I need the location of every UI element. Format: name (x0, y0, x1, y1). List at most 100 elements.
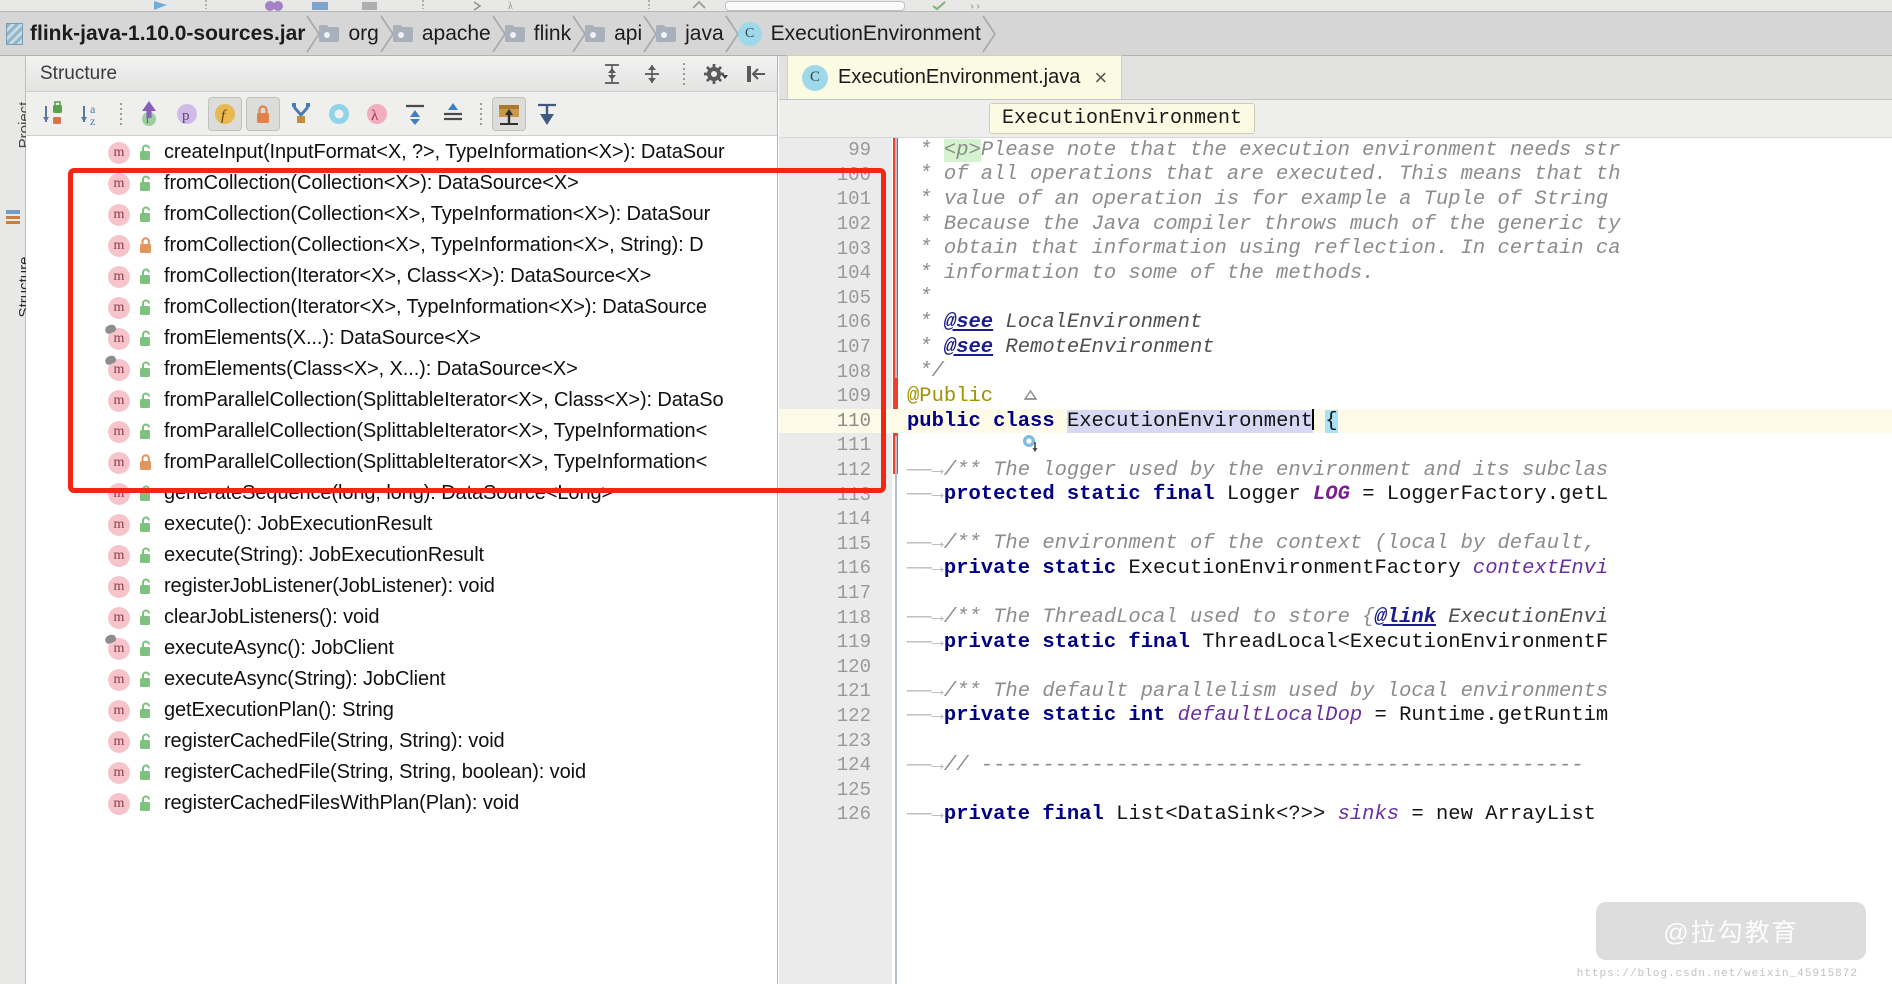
field-name: defaultLocalDop (1177, 704, 1363, 728)
line-content: ——→/** The ThreadLocal used to store {@l… (907, 606, 1608, 629)
tree-item-fromCollection-2[interactable]: m fromCollection(Collection<X>, TypeInfo… (26, 199, 778, 230)
structure-tree[interactable]: m createInput(InputFormat<X, ?>, TypeInf… (26, 137, 778, 984)
expand-all-icon[interactable] (597, 59, 627, 89)
tree-item-label: fromParallelCollection(SplittableIterato… (164, 420, 708, 442)
tree-item-clearJobListeners[interactable]: m clearJobListeners(): void (26, 602, 778, 633)
editor-context-chip[interactable]: ExecutionEnvironment (989, 103, 1256, 134)
sort-alphabetically-icon[interactable]: a z (76, 97, 110, 131)
tree-item-fromParallelCollection-3[interactable]: m fromParallelCollection(SplittableItera… (26, 447, 778, 478)
code-line-113: 113 ——→protected static final Logger LOG… (779, 482, 1892, 507)
tree-item-label: fromCollection(Collection<X>, TypeInform… (164, 203, 711, 225)
method-icon: m (108, 730, 130, 753)
editor-tab-ExecutionEnvironment[interactable]: C ExecutionEnvironment.java × (787, 55, 1123, 99)
tree-item-createInput[interactable]: m createInput(InputFormat<X, ?>, TypeInf… (26, 137, 778, 168)
breadcrumb-item-flink[interactable]: flink (501, 12, 587, 56)
tree-item-fromCollection-5[interactable]: m fromCollection(Iterator<X>, TypeInform… (26, 292, 778, 323)
tree-item-label: fromCollection(Iterator<X>, TypeInformat… (164, 296, 707, 318)
tree-item-fromElements-2[interactable]: m fromElements(Class<X>, X...): DataSour… (26, 354, 778, 385)
tree-item-label: createInput(InputFormat<X, ?>, TypeInfor… (164, 141, 725, 163)
line-content: * <p>Please note that the execution envi… (907, 138, 1621, 162)
stop-icon[interactable] (360, 0, 380, 11)
tree-item-registerCachedFile-1[interactable]: m registerCachedFile(String, String): vo… (26, 726, 778, 757)
code-line-101: 101 * value of an operation is for examp… (779, 187, 1892, 212)
javadoc-see-target: LocalEnvironment (993, 310, 1203, 334)
tree-item-registerJobListener[interactable]: m registerJobListener(JobListener): void (26, 571, 778, 602)
tree-item-fromCollection-3[interactable]: m fromCollection(Collection<X>, TypeInfo… (26, 230, 778, 261)
breadcrumb-item-org[interactable]: org (315, 12, 394, 56)
collapse-all-tree-icon[interactable] (436, 97, 470, 131)
expand-all-tree-icon[interactable] (398, 97, 432, 131)
breadcrumb-item-apache[interactable]: apache (389, 12, 506, 56)
breadcrumb-item-class[interactable]: C ExecutionEnvironment (734, 12, 996, 56)
autoscroll-to-source-icon[interactable] (492, 96, 526, 131)
build-icon[interactable] (310, 0, 330, 11)
public-visibility-icon (138, 702, 154, 720)
vcs-update-icon[interactable] (690, 0, 708, 11)
class-icon: C (737, 21, 762, 46)
code-line-118: 118 ——→/** The ThreadLocal used to store… (779, 605, 1892, 630)
show-anonymous-classes-icon[interactable] (284, 97, 318, 131)
line-content: ——→/** The logger used by the environmen… (907, 459, 1608, 482)
tree-item-executeAsync-2[interactable]: m executeAsync(String): JobClient (26, 664, 778, 695)
javadoc-text: /** The ThreadLocal used to store { (943, 606, 1375, 630)
settings-gear-icon[interactable] (701, 59, 731, 89)
tree-item-execute-2[interactable]: m execute(String): JobExecutionResult (26, 540, 778, 571)
javadoc-link-tag[interactable]: @link (1374, 606, 1436, 629)
show-properties-icon[interactable]: p (170, 97, 204, 131)
code-editor[interactable]: 99 * <p>Please note that the execution e… (779, 138, 1892, 984)
fold-collapse-icon[interactable] (875, 364, 1037, 400)
breadcrumb-item-jar[interactable]: flink-java-1.10.0-sources.jar (0, 12, 321, 56)
tree-item-label: registerCachedFilesWithPlan(Plan): void (164, 792, 520, 814)
tree-item-registerCachedFile-2[interactable]: m registerCachedFile(String, String, boo… (26, 757, 778, 788)
tree-item-fromCollection-1[interactable]: m fromCollection(Collection<X>): DataSou… (26, 168, 778, 199)
tree-item-executeAsync-1[interactable]: m executeAsync(): JobClient (26, 633, 778, 664)
structure-tool-window: Structure a z i p f λ m createInput(Inpu… (26, 56, 778, 984)
public-visibility-icon (138, 144, 154, 162)
close-icon[interactable]: × (1094, 66, 1107, 89)
show-lambdas-icon[interactable]: λ (360, 97, 394, 131)
sort-by-visibility-icon[interactable] (38, 97, 72, 131)
tree-item-generateSequence[interactable]: m generateSequence(long, long): DataSour… (26, 478, 778, 509)
breadcrumb-item-api[interactable]: api (581, 12, 658, 56)
tree-item-execute-1[interactable]: m execute(): JobExecutionResult (26, 509, 778, 540)
show-non-public-icon[interactable] (246, 96, 280, 131)
public-visibility-icon (138, 578, 154, 596)
method-icon: m (108, 637, 130, 660)
hide-panel-icon[interactable] (741, 59, 771, 89)
tree-item-registerCachedFilesWithPlan[interactable]: m registerCachedFilesWithPlan(Plan): voi… (26, 788, 778, 819)
tree-item-fromParallelCollection-2[interactable]: m fromParallelCollection(SplittableItera… (26, 416, 778, 447)
editor-breadcrumb: ExecutionEnvironment (779, 100, 1892, 138)
method-icon: m (108, 761, 130, 784)
javadoc-see-tag[interactable]: @see (944, 336, 993, 359)
show-fields-icon[interactable]: f (208, 96, 242, 131)
code-line-110: 110 public class ExecutionEnvironment { (779, 408, 1892, 453)
javadoc-see-tag[interactable]: @see (944, 311, 993, 334)
line-number: 99 (848, 139, 871, 162)
tree-item-fromParallelCollection-1[interactable]: m fromParallelCollection(SplittableItera… (26, 385, 778, 416)
show-interfaces-icon[interactable] (322, 97, 356, 131)
lambda-icon[interactable]: λ (505, 0, 523, 11)
vcs-commit-icon[interactable] (930, 0, 948, 11)
structure-tab-icon[interactable] (4, 208, 22, 226)
code-line-106: 106 * @see LocalEnvironment (779, 310, 1892, 335)
show-inherited-icon[interactable]: i (132, 97, 166, 131)
autoscroll-from-source-icon[interactable] (530, 97, 564, 131)
tree-item-label: fromElements(X...): DataSource<X> (164, 327, 481, 349)
collapse-all-icon[interactable] (637, 59, 667, 89)
intention-bulb-icon[interactable] (873, 411, 1038, 453)
line-content: ——→private static final ThreadLocal<Exec… (907, 631, 1608, 654)
breadcrumb-label: java (685, 21, 724, 45)
method-icon: m (108, 513, 130, 536)
run-icon[interactable] (150, 0, 172, 11)
chevron-icon[interactable] (470, 0, 488, 11)
tree-item-fromCollection-4[interactable]: m fromCollection(Iterator<X>, Class<X>):… (26, 261, 778, 292)
indent-guide: ——→ (907, 458, 944, 482)
tree-item-fromElements-1[interactable]: m fromElements(X...): DataSource<X> (26, 323, 778, 354)
search-everywhere-field[interactable] (725, 1, 905, 11)
analyze-icon[interactable]: ›› (968, 0, 988, 11)
field-name: contextEnvi (1472, 556, 1609, 580)
private-visibility-icon (138, 236, 154, 255)
tree-item-getExecutionPlan[interactable]: m getExecutionPlan(): String (26, 695, 778, 726)
breadcrumb-item-java[interactable]: java (652, 12, 739, 56)
debug-icon[interactable] (262, 0, 286, 11)
